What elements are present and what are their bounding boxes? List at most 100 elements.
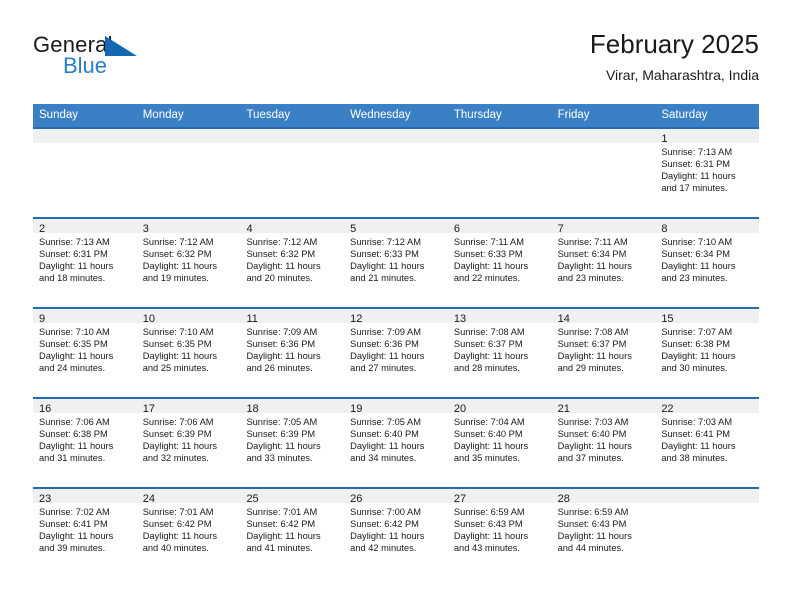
sunset-text: Sunset: 6:35 PM (39, 339, 108, 350)
day-cell[interactable]: 1 Sunrise: 7:13 AM Sunset: 6:31 PM Dayli… (655, 127, 760, 217)
sunset-text: Sunset: 6:33 PM (350, 249, 419, 260)
day-cell[interactable]: 24 Sunrise: 7:01 AM Sunset: 6:42 PM Dayl… (136, 487, 241, 577)
sunset-text: Sunset: 6:42 PM (246, 519, 316, 530)
day-cell[interactable]: 19 Sunrise: 7:05 AM Sunset: 6:40 PM Dayl… (344, 397, 448, 487)
day-cell[interactable]: 22 Sunrise: 7:03 AM Sunset: 6:41 PM Dayl… (655, 397, 760, 487)
day-cell[interactable]: 7 Sunrise: 7:11 AM Sunset: 6:34 PM Dayli… (551, 217, 656, 307)
daylight-text-line1: Daylight: 11 hours (557, 261, 632, 272)
day-cell[interactable] (240, 127, 345, 217)
daylight-text-line2: and 30 minutes. (661, 363, 728, 374)
day-number: 15 (661, 313, 674, 325)
day-cell[interactable]: 9 Sunrise: 7:10 AM Sunset: 6:35 PM Dayli… (33, 307, 137, 397)
weekday-header-friday: Friday (557, 109, 590, 121)
day-cell[interactable]: 15 Sunrise: 7:07 AM Sunset: 6:38 PM Dayl… (655, 307, 760, 397)
daylight-text-line2: and 34 minutes. (350, 453, 417, 464)
daylight-text-line2: and 39 minutes. (39, 543, 106, 554)
triangle-icon (105, 36, 137, 56)
sunrise-text: Sunrise: 7:05 AM (350, 417, 421, 427)
sunset-text: Sunset: 6:39 PM (246, 429, 316, 440)
day-cell[interactable] (447, 127, 552, 217)
day-number-band: 14 (551, 307, 656, 325)
day-details (137, 143, 241, 146)
weekday-header-sunday: Sunday (39, 109, 79, 121)
day-number-band (551, 127, 656, 143)
daylight-text-line1: Daylight: 11 hours (453, 441, 529, 452)
daylight-text-line2: and 32 minutes. (142, 453, 209, 464)
day-cell[interactable]: 16 Sunrise: 7:06 AM Sunset: 6:38 PM Dayl… (33, 397, 137, 487)
daylight-text-line2: and 40 minutes. (142, 543, 209, 554)
daylight-text-line1: Daylight: 11 hours (350, 441, 425, 452)
day-number-band (447, 127, 552, 143)
day-number: 12 (350, 313, 363, 325)
day-cell[interactable] (33, 127, 137, 217)
day-number: 20 (453, 403, 467, 415)
daylight-text-line1: Daylight: 11 hours (246, 351, 321, 362)
day-cell[interactable]: 18 Sunrise: 7:05 AM Sunset: 6:39 PM Dayl… (240, 397, 345, 487)
day-cell[interactable] (655, 487, 760, 577)
daylight-text-line1: Daylight: 11 hours (39, 531, 114, 542)
day-number: 9 (39, 313, 46, 325)
sunset-text: Sunset: 6:40 PM (453, 429, 523, 440)
day-cell[interactable]: 5 Sunrise: 7:12 AM Sunset: 6:33 PM Dayli… (344, 217, 448, 307)
sunset-text: Sunset: 6:40 PM (557, 429, 627, 440)
sunset-text: Sunset: 6:37 PM (557, 339, 627, 350)
day-cell[interactable]: 25 Sunrise: 7:01 AM Sunset: 6:42 PM Dayl… (240, 487, 345, 577)
daylight-text-line2: and 23 minutes. (661, 273, 728, 284)
daylight-text-line2: and 25 minutes. (142, 363, 209, 374)
daylight-text-line1: Daylight: 11 hours (246, 531, 321, 542)
daylight-text-line1: Daylight: 11 hours (453, 261, 529, 272)
day-cell[interactable]: 23 Sunrise: 7:02 AM Sunset: 6:41 PM Dayl… (33, 487, 137, 577)
day-cell[interactable]: 21 Sunrise: 7:03 AM Sunset: 6:40 PM Dayl… (551, 397, 656, 487)
daylight-text-line1: Daylight: 11 hours (661, 351, 736, 362)
day-number: 25 (246, 493, 259, 505)
week-row: 16 Sunrise: 7:06 AM Sunset: 6:38 PM Dayl… (33, 397, 760, 487)
week-row: 1 Sunrise: 7:13 AM Sunset: 6:31 PM Dayli… (33, 127, 760, 217)
day-cell[interactable]: 26 Sunrise: 7:00 AM Sunset: 6:42 PM Dayl… (344, 487, 448, 577)
sunrise-text: Sunrise: 7:11 AM (453, 237, 524, 247)
day-cell[interactable]: 8 Sunrise: 7:10 AM Sunset: 6:34 PM Dayli… (655, 217, 760, 307)
day-cell[interactable]: 14 Sunrise: 7:08 AM Sunset: 6:37 PM Dayl… (551, 307, 656, 397)
day-cell[interactable]: 2 Sunrise: 7:13 AM Sunset: 6:31 PM Dayli… (33, 217, 137, 307)
day-cell[interactable] (136, 127, 241, 217)
day-details: Sunrise: 7:04 AM Sunset: 6:40 PM Dayligh… (448, 413, 552, 464)
day-number: 19 (350, 403, 363, 415)
day-number: 28 (557, 493, 570, 505)
day-cell[interactable]: 17 Sunrise: 7:06 AM Sunset: 6:39 PM Dayl… (136, 397, 241, 487)
day-number-band: 3 (136, 217, 241, 235)
sunset-text: Sunset: 6:38 PM (39, 429, 108, 440)
day-cell[interactable]: 12 Sunrise: 7:09 AM Sunset: 6:36 PM Dayl… (344, 307, 448, 397)
day-cell[interactable]: 27 Sunrise: 6:59 AM Sunset: 6:43 PM Dayl… (447, 487, 552, 577)
day-cell[interactable]: 3 Sunrise: 7:12 AM Sunset: 6:32 PM Dayli… (136, 217, 241, 307)
day-cell[interactable]: 28 Sunrise: 6:59 AM Sunset: 6:43 PM Dayl… (551, 487, 656, 577)
daylight-text-line2: and 37 minutes. (557, 453, 624, 464)
day-number-band: 1 (655, 127, 760, 145)
day-number-band (33, 127, 137, 143)
day-details: Sunrise: 7:06 AM Sunset: 6:38 PM Dayligh… (33, 413, 137, 464)
daylight-text-line1: Daylight: 11 hours (661, 441, 736, 452)
day-number-band: 4 (240, 217, 345, 235)
day-number-band: 26 (344, 487, 448, 505)
day-cell[interactable]: 6 Sunrise: 7:11 AM Sunset: 6:33 PM Dayli… (447, 217, 552, 307)
day-number: 4 (246, 223, 253, 235)
sunset-text: Sunset: 6:36 PM (246, 339, 316, 350)
sunset-text: Sunset: 6:39 PM (142, 429, 212, 440)
daylight-text-line1: Daylight: 11 hours (39, 441, 114, 452)
day-details: Sunrise: 6:59 AM Sunset: 6:43 PM Dayligh… (552, 503, 656, 554)
sunrise-text: Sunrise: 7:00 AM (350, 507, 421, 517)
day-cell[interactable] (551, 127, 656, 217)
day-details: Sunrise: 7:05 AM Sunset: 6:40 PM Dayligh… (344, 413, 448, 464)
day-number: 16 (39, 403, 52, 415)
sunrise-text: Sunrise: 7:10 AM (39, 327, 110, 337)
day-cell[interactable]: 11 Sunrise: 7:09 AM Sunset: 6:36 PM Dayl… (240, 307, 345, 397)
sunrise-text: Sunrise: 7:08 AM (557, 327, 629, 337)
day-number: 1 (661, 133, 668, 145)
day-cell[interactable] (344, 127, 448, 217)
day-cell[interactable]: 10 Sunrise: 7:10 AM Sunset: 6:35 PM Dayl… (136, 307, 241, 397)
sunrise-text: Sunrise: 7:02 AM (39, 507, 110, 517)
day-number-band: 23 (33, 487, 137, 505)
day-cell[interactable]: 13 Sunrise: 7:08 AM Sunset: 6:37 PM Dayl… (447, 307, 552, 397)
day-number-band (240, 127, 345, 143)
day-cell[interactable]: 20 Sunrise: 7:04 AM Sunset: 6:40 PM Dayl… (447, 397, 552, 487)
day-details: Sunrise: 7:11 AM Sunset: 6:33 PM Dayligh… (448, 233, 552, 284)
day-cell[interactable]: 4 Sunrise: 7:12 AM Sunset: 6:32 PM Dayli… (240, 217, 345, 307)
